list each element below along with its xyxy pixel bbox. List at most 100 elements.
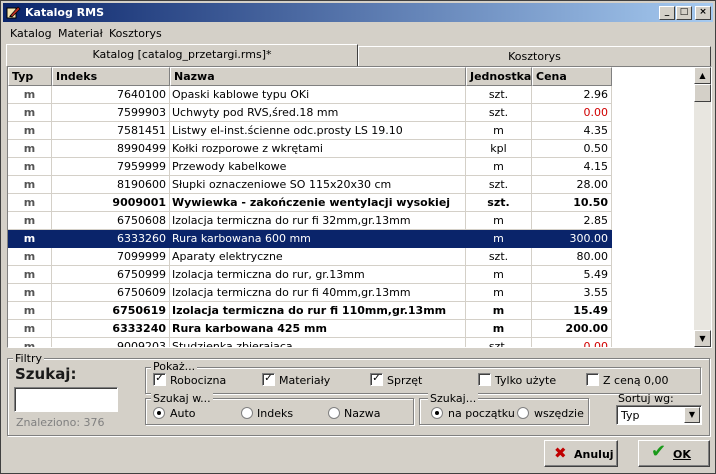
robocizna-label[interactable]: Robocizna [170, 374, 226, 387]
cell-nazwa[interactable]: Studzienka zbierająca [170, 338, 466, 347]
cell-indeks[interactable]: 6333260 [52, 230, 170, 248]
cell-nazwa[interactable]: Opaski kablowe typu OKi [170, 86, 466, 104]
cell-typ[interactable]: m [8, 140, 52, 158]
wszedzie-label[interactable]: wszędzie [534, 407, 584, 420]
cell-jednostka[interactable]: szt. [466, 248, 532, 266]
menu-material[interactable]: Materiał [58, 27, 103, 40]
ok-button[interactable]: ✔ OK [638, 440, 710, 467]
cell-jednostka[interactable]: m [466, 302, 532, 320]
maximize-button[interactable]: □ [676, 6, 692, 20]
col-jednostka[interactable]: Jednostka [466, 67, 532, 86]
table-row[interactable]: m 6750608 Izolacja termiczna do rur fi 32m… [8, 212, 613, 230]
cell-jednostka[interactable]: szt. [466, 104, 532, 122]
cell-typ[interactable]: m [8, 194, 52, 212]
cell-cena[interactable]: 300.00 [532, 230, 612, 248]
cell-cena[interactable]: 200.00 [532, 320, 612, 338]
table-row[interactable]: m 9009001 Wywiewka - zakończenie wentylacj… [8, 194, 613, 212]
cell-typ[interactable]: m [8, 122, 52, 140]
cell-cena[interactable]: 4.15 [532, 158, 612, 176]
cell-typ[interactable]: m [8, 176, 52, 194]
cell-typ[interactable]: m [8, 302, 52, 320]
scroll-down-icon[interactable]: ▼ [694, 330, 711, 347]
cell-cena[interactable]: 0.50 [532, 140, 612, 158]
table-row[interactable]: m 8990499 Kołki rozporowe z wkrętami kpl 0.5… [8, 140, 613, 158]
cell-cena[interactable]: 28.00 [532, 176, 612, 194]
table-row[interactable]: m 7959999 Przewody kabelkowe m 4.15 [8, 158, 613, 176]
cell-indeks[interactable]: 7959999 [52, 158, 170, 176]
cell-typ[interactable]: m [8, 320, 52, 338]
wszedzie-radio[interactable] [517, 407, 529, 419]
cell-typ[interactable]: m [8, 248, 52, 266]
vertical-scrollbar[interactable]: ▲ ▼ [694, 67, 711, 347]
na-poczatku-radio[interactable] [431, 407, 443, 419]
cell-cena[interactable]: 2.85 [532, 212, 612, 230]
cell-cena[interactable]: 80.00 [532, 248, 612, 266]
cancel-button[interactable]: ✖ Anuluj [544, 440, 618, 467]
col-indeks[interactable]: Indeks [52, 67, 170, 86]
cell-indeks[interactable]: 6750619 [52, 302, 170, 320]
cell-jednostka[interactable]: szt. [466, 86, 532, 104]
cell-indeks[interactable]: 8990499 [52, 140, 170, 158]
catalog-grid[interactable]: Typ Indeks Nazwa Jednostka Cena m 7640100… [7, 66, 712, 348]
cell-typ[interactable]: m [8, 158, 52, 176]
cell-jednostka[interactable]: m [466, 230, 532, 248]
cell-jednostka[interactable]: m [466, 284, 532, 302]
cell-indeks[interactable]: 8190600 [52, 176, 170, 194]
cell-indeks[interactable]: 7099999 [52, 248, 170, 266]
auto-radio[interactable] [153, 407, 165, 419]
table-row[interactable]: m 8190600 Słupki oznaczeniowe SO 115x20x30… [8, 176, 613, 194]
cell-indeks[interactable]: 9009203 [52, 338, 170, 347]
col-typ[interactable]: Typ [8, 67, 52, 86]
cell-jednostka[interactable]: kpl [466, 140, 532, 158]
cell-jednostka[interactable]: m [466, 122, 532, 140]
cell-jednostka[interactable]: m [466, 212, 532, 230]
na-poczatku-label[interactable]: na początku [448, 407, 515, 420]
cell-cena[interactable]: 5.49 [532, 266, 612, 284]
cell-typ[interactable]: m [8, 284, 52, 302]
cell-cena[interactable]: 15.49 [532, 302, 612, 320]
materialy-checkbox[interactable]: ✓ [262, 373, 275, 386]
cell-cena[interactable]: 2.96 [532, 86, 612, 104]
robocizna-checkbox[interactable]: ✓ [153, 373, 166, 386]
sort-select[interactable]: Typ ▼ [616, 405, 702, 425]
menu-katalog[interactable]: Katalog [10, 27, 52, 40]
indeks-radio[interactable] [241, 407, 253, 419]
cell-nazwa[interactable]: Rura karbowana 425 mm [170, 320, 466, 338]
tylko-uzyte-label[interactable]: Tylko użyte [495, 374, 556, 387]
cell-nazwa[interactable]: Aparaty elektryczne [170, 248, 466, 266]
cell-indeks[interactable]: 7599903 [52, 104, 170, 122]
cell-jednostka[interactable]: m [466, 266, 532, 284]
table-row[interactable]: m 7599903 Uchwyty pod RVS,śred.18 mm szt. 0.… [8, 104, 613, 122]
title-bar[interactable]: Katalog RMS _ □ × [3, 3, 713, 22]
cell-jednostka[interactable]: szt. [466, 194, 532, 212]
chevron-down-icon[interactable]: ▼ [684, 407, 700, 423]
table-row[interactable]: m 6750609 Izolacja termiczna do rur fi 40m… [8, 284, 613, 302]
table-row[interactable]: m 6750619 Izolacja termiczna do rur fi 110… [8, 302, 613, 320]
cell-nazwa[interactable]: Izolacja termiczna do rur, gr.13mm [170, 266, 466, 284]
indeks-label[interactable]: Indeks [257, 407, 293, 420]
cell-cena[interactable]: 3.55 [532, 284, 612, 302]
cell-indeks[interactable]: 7581451 [52, 122, 170, 140]
cell-typ[interactable]: m [8, 266, 52, 284]
sprzet-label[interactable]: Sprzęt [387, 374, 422, 387]
sprzet-checkbox[interactable]: ✓ [370, 373, 383, 386]
cell-indeks[interactable]: 6750999 [52, 266, 170, 284]
cell-typ[interactable]: m [8, 104, 52, 122]
col-nazwa[interactable]: Nazwa [170, 67, 466, 86]
auto-label[interactable]: Auto [170, 407, 196, 420]
cell-indeks[interactable]: 7640100 [52, 86, 170, 104]
cell-nazwa[interactable]: Wywiewka - zakończenie wentylacji wysoki… [170, 194, 466, 212]
cell-jednostka[interactable]: m [466, 320, 532, 338]
search-input[interactable] [14, 387, 118, 412]
cell-indeks[interactable]: 6333240 [52, 320, 170, 338]
cell-nazwa[interactable]: Izolacja termiczna do rur fi 40mm,gr.13m… [170, 284, 466, 302]
zero-price-checkbox[interactable] [586, 373, 599, 386]
cell-typ[interactable]: m [8, 338, 52, 347]
tylko-uzyte-checkbox[interactable] [478, 373, 491, 386]
materialy-label[interactable]: Materiały [279, 374, 330, 387]
cell-indeks[interactable]: 9009001 [52, 194, 170, 212]
table-row[interactable]: m 7099999 Aparaty elektryczne szt. 80.00 [8, 248, 613, 266]
cell-indeks[interactable]: 6750609 [52, 284, 170, 302]
cell-nazwa[interactable]: Przewody kabelkowe [170, 158, 466, 176]
menu-kosztorys[interactable]: Kosztorys [109, 27, 162, 40]
